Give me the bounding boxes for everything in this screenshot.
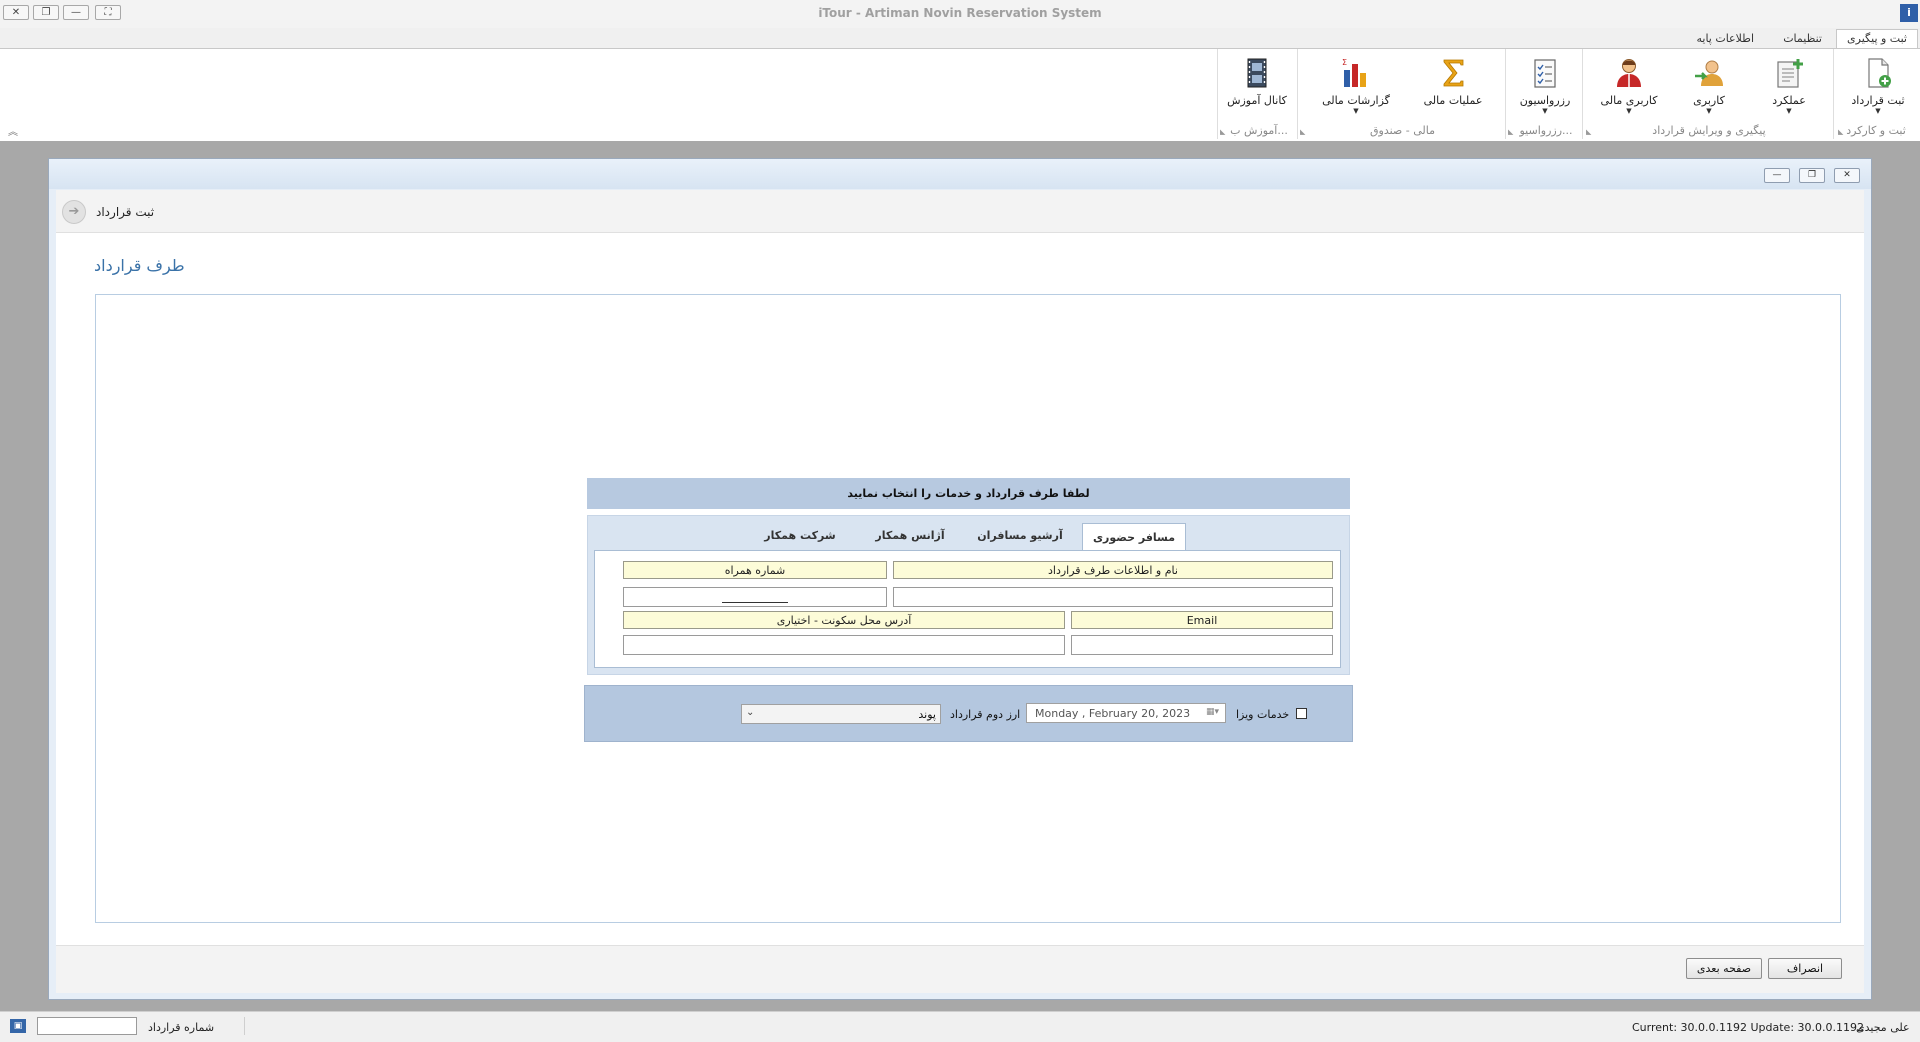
tab-walk-in-passenger[interactable]: مسافر حضوری [1082,523,1186,552]
back-arrow-icon[interactable]: ➔ [62,200,86,224]
chevron-down-icon: ▼ [1542,107,1548,115]
contract-number-label: شماره قرارداد [148,1021,215,1034]
tab-register-followup[interactable]: ثبت و پیگیری [1836,29,1918,48]
status-divider [244,1017,245,1035]
film-icon [1247,58,1267,88]
user-button[interactable]: کاربری ▼ [1674,54,1744,124]
group-training: آموزش ب... [1230,124,1288,137]
group-divider [1505,49,1506,139]
email-input[interactable] [1071,635,1333,655]
reservation-button[interactable]: رزرواسیون ▼ [1510,54,1580,124]
tab-base-info[interactable]: اطلاعات پایه [1686,30,1764,48]
group-finance-cash: مالی - صندوق [1369,124,1435,137]
chevron-down-icon: ▼ [1786,107,1792,115]
visa-services-checkbox[interactable] [1296,708,1307,719]
form-footer [56,945,1864,993]
mobile-number-label: شماره همراه [623,561,887,579]
contract-date-picker[interactable]: Monday , February 20, 2023 ▦▾ [1026,703,1226,723]
chevron-down-icon: ▼ [1706,107,1712,115]
chevron-down-icon: ▼ [1353,107,1359,115]
contract-window-titlebar [49,159,1871,189]
training-channel-label: کانال آموزش [1227,94,1287,107]
financial-reports-button[interactable]: Σ گزارشات مالی ▼ [1316,54,1396,124]
financial-operations-label: عملیات مالی [1423,94,1483,107]
mobile-number-input[interactable] [623,587,887,607]
bar-chart-icon: Σ [1342,58,1366,87]
selection-prompt: لطفا طرف قرارداد و خدمات را انتخاب نمایی… [587,478,1350,509]
group-register-work: ثبت و کارکرد [1846,124,1906,137]
chevron-down-icon[interactable]: ⌄ [746,707,754,718]
chevron-down-icon: ▼ [1875,107,1881,115]
performance-button[interactable]: عملکرد ▼ [1754,54,1824,124]
financial-user-icon [1617,59,1641,87]
financial-user-label: کاربری مالی [1600,94,1658,107]
address-input[interactable] [623,635,1065,655]
address-label: آدرس محل سکونت - اختیاری [623,611,1065,629]
ribbon: ثبت قرارداد ▼ ثبت و کارکرد ◣ عملکرد ▼ کا… [0,48,1920,142]
performance-label: عملکرد [1772,94,1806,107]
child-close-button[interactable]: ✕ [1834,168,1860,183]
group-divider [1217,49,1218,139]
user-label: کاربری [1693,94,1725,107]
child-restore-button[interactable]: ❐ [1799,168,1825,183]
add-report-icon [1777,59,1803,88]
current-user: علی مجیدی [1856,1021,1910,1034]
version-info: Current: 30.0.0.1192 Update: 30.0.0.1192 [1632,1021,1865,1034]
next-page-button[interactable]: صفحه بعدی [1686,958,1762,979]
section-title: طرف قرارداد [94,256,185,275]
group-launcher-icon[interactable]: ◣ [1838,128,1846,136]
svg-text:Σ: Σ [1342,58,1347,67]
email-label: Email [1071,611,1333,629]
child-minimize-button[interactable]: — [1764,168,1790,183]
app-icon: i [1900,4,1918,22]
form-header-title: ثبت قرارداد [96,205,155,219]
group-launcher-icon[interactable]: ◣ [1300,128,1308,136]
register-contract-label: ثبت قرارداد [1851,94,1905,107]
contract-date-value: Monday , February 20, 2023 [1035,707,1191,720]
collapse-ribbon-icon[interactable]: ︽ [8,123,18,138]
cancel-button[interactable]: انصراف [1768,958,1842,979]
contract-party-name-input[interactable] [893,587,1333,607]
financial-operations-button[interactable]: عملیات مالی [1418,54,1488,124]
add-user-icon [1695,60,1723,86]
second-currency-select[interactable]: پوند ⌄ [741,704,941,724]
tab-partner-company[interactable]: شرکت همکار [748,522,852,550]
lock-icon[interactable]: ▣ [10,1019,26,1033]
calendar-dropdown-icon[interactable]: ▦▾ [1206,707,1219,717]
ribbon-tab-strip: ثبت و پیگیری تنظیمات اطلاعات پایه [0,28,1920,48]
sigma-icon [1443,59,1464,87]
financial-reports-label: گزارشات مالی [1322,94,1390,107]
tab-settings[interactable]: تنظیمات [1773,30,1832,48]
checklist-icon [1534,59,1556,88]
group-reservation: رزرواسیو... [1519,124,1573,137]
window-title: iTour - Artiman Novin Reservation System [818,6,1102,20]
group-followup-edit: پیگیری و ویرایش قرارداد [1652,124,1766,137]
training-channel-button[interactable]: کانال آموزش [1222,54,1292,124]
group-launcher-icon[interactable]: ◣ [1586,128,1594,136]
tab-partner-agency[interactable]: آژانس همکار [858,522,962,550]
contract-number-input[interactable] [37,1017,137,1035]
title-bar: ✕ ❐ — ⛶ iTour - Artiman Novin Reservatio… [0,0,1920,29]
financial-user-button[interactable]: کاربری مالی ▼ [1594,54,1664,124]
second-currency-value: پوند [918,708,936,721]
tab-passenger-archive[interactable]: آرشیو مسافران [968,522,1072,550]
mobile-number-mask [722,602,788,603]
form-header [56,190,1864,233]
visa-services-label: خدمات ویزا [1236,708,1290,721]
contract-party-name-label: نام و اطلاعات طرف قرارداد [893,561,1333,579]
register-contract-button[interactable]: ثبت قرارداد ▼ [1843,54,1913,124]
second-currency-label: ارز دوم قرارداد [950,708,1021,721]
group-launcher-icon[interactable]: ◣ [1508,128,1516,136]
group-launcher-icon[interactable]: ◣ [1220,128,1228,136]
add-document-icon [1868,58,1891,88]
chevron-down-icon: ▼ [1626,107,1632,115]
reservation-label: رزرواسیون [1519,94,1571,107]
